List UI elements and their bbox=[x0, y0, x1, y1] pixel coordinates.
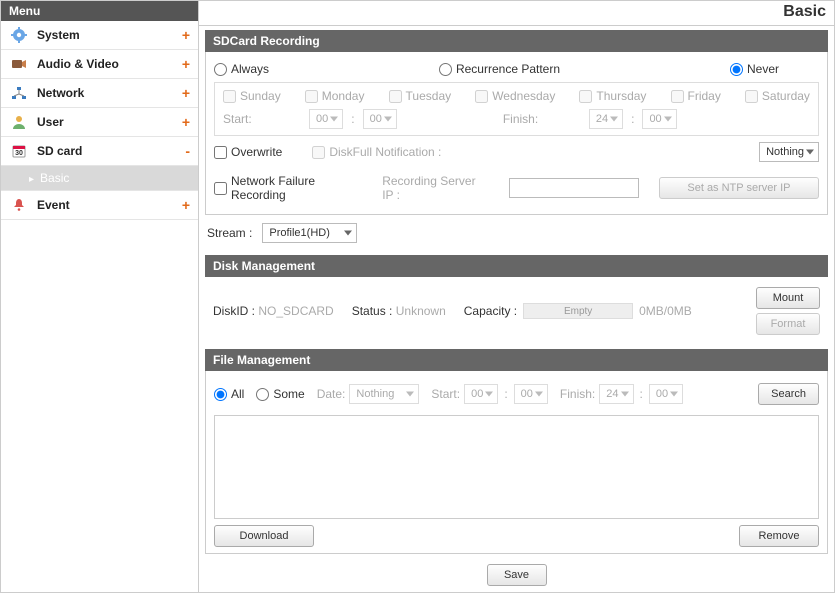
ntp-button[interactable]: Set as NTP server IP bbox=[659, 177, 819, 199]
bell-icon bbox=[9, 197, 29, 213]
sidebar-item-event[interactable]: Event + bbox=[1, 191, 198, 220]
svg-text:30: 30 bbox=[15, 150, 23, 157]
network-icon bbox=[9, 85, 29, 101]
check-overwrite[interactable]: Overwrite bbox=[214, 145, 282, 159]
check-thursday[interactable]: Thursday bbox=[579, 89, 646, 103]
check-network-failure[interactable]: Network Failure Recording bbox=[214, 174, 362, 202]
diskfull-label: DiskFull Notification : bbox=[329, 145, 441, 159]
file-finish-h-select[interactable]: 24 bbox=[599, 384, 633, 404]
start-min-select[interactable]: 00 bbox=[363, 109, 397, 129]
sidebar-item-user[interactable]: User + bbox=[1, 108, 198, 137]
finish-hour-select[interactable]: 24 bbox=[589, 109, 623, 129]
radio-label: Never bbox=[747, 62, 779, 76]
sidebar-item-network[interactable]: Network + bbox=[1, 79, 198, 108]
file-start-m-select[interactable]: 00 bbox=[514, 384, 548, 404]
check-friday[interactable]: Friday bbox=[671, 89, 721, 103]
status-value: Unknown bbox=[396, 304, 446, 318]
sidebar-item-label: System bbox=[37, 28, 80, 42]
server-ip-input[interactable] bbox=[509, 178, 639, 198]
sidebar: Menu System + Audio & Video + Network + bbox=[1, 1, 199, 592]
capacity-bar: Empty bbox=[523, 303, 633, 319]
sidebar-item-label: SD card bbox=[37, 144, 82, 158]
remove-button[interactable]: Remove bbox=[739, 525, 819, 547]
start-label: Start: bbox=[223, 112, 303, 126]
search-button[interactable]: Search bbox=[758, 383, 819, 405]
check-wednesday[interactable]: Wednesday bbox=[475, 89, 555, 103]
expand-icon: + bbox=[182, 56, 190, 72]
panel-header: File Management bbox=[205, 349, 828, 371]
gear-icon bbox=[9, 27, 29, 43]
radio-recurrence[interactable]: Recurrence Pattern bbox=[439, 62, 560, 76]
diskid-label: DiskID : bbox=[213, 304, 255, 318]
sidebar-item-label: User bbox=[37, 115, 64, 129]
panel-header: SDCard Recording bbox=[205, 30, 828, 52]
sidebar-item-system[interactable]: System + bbox=[1, 21, 198, 50]
nf-label: Network Failure Recording bbox=[231, 174, 362, 202]
radio-always[interactable]: Always bbox=[214, 62, 269, 76]
check-diskfull[interactable]: DiskFull Notification : bbox=[312, 145, 441, 159]
check-saturday[interactable]: Saturday bbox=[745, 89, 810, 103]
diskid-value: NO_SDCARD bbox=[258, 304, 333, 318]
panel-disk-management: Disk Management DiskID : NO_SDCARD Statu… bbox=[205, 255, 828, 345]
panel-file-management: File Management All Some Date: Nothing S… bbox=[205, 349, 828, 554]
file-finish-m-select[interactable]: 00 bbox=[649, 384, 683, 404]
save-button[interactable]: Save bbox=[487, 564, 547, 586]
check-tuesday[interactable]: Tuesday bbox=[389, 89, 452, 103]
date-label: Date: bbox=[317, 387, 346, 401]
menu-header: Menu bbox=[1, 1, 198, 21]
radio-all[interactable]: All bbox=[214, 387, 244, 401]
check-monday[interactable]: Monday bbox=[305, 89, 365, 103]
start-hour-select[interactable]: 00 bbox=[309, 109, 343, 129]
expand-icon: + bbox=[182, 85, 190, 101]
radio-never[interactable]: Never bbox=[730, 62, 779, 76]
collapse-icon: - bbox=[185, 143, 190, 159]
radio-label: Always bbox=[231, 62, 269, 76]
sidebar-item-sdcard[interactable]: 30 SD card - bbox=[1, 137, 198, 166]
expand-icon: + bbox=[182, 114, 190, 130]
download-button[interactable]: Download bbox=[214, 525, 314, 547]
main-content: Basic SDCard Recording Always Recurrence… bbox=[199, 1, 834, 592]
sidebar-item-label: Network bbox=[37, 86, 84, 100]
server-ip-label: Recording Server IP : bbox=[382, 174, 489, 202]
check-sunday[interactable]: Sunday bbox=[223, 89, 281, 103]
capacity-label: Capacity : bbox=[464, 304, 517, 318]
finish-min-select[interactable]: 00 bbox=[642, 109, 676, 129]
stream-select[interactable]: Profile1(HD) bbox=[262, 223, 357, 243]
triangle-icon: ▸ bbox=[29, 174, 34, 185]
sidebar-item-audio-video[interactable]: Audio & Video + bbox=[1, 50, 198, 79]
format-button[interactable]: Format bbox=[756, 313, 820, 335]
calendar-icon: 30 bbox=[9, 143, 29, 159]
expand-icon: + bbox=[182, 27, 190, 43]
sidebar-item-label: Event bbox=[37, 198, 70, 212]
diskfull-action-select[interactable]: Nothing bbox=[759, 142, 819, 162]
file-start-label: Start: bbox=[431, 387, 460, 401]
finish-label: Finish: bbox=[503, 112, 583, 126]
radio-some[interactable]: Some bbox=[256, 387, 304, 401]
sidebar-sub-basic[interactable]: ▸ Basic bbox=[1, 166, 198, 191]
expand-icon: + bbox=[182, 197, 190, 213]
user-icon bbox=[9, 114, 29, 130]
camera-icon bbox=[9, 56, 29, 72]
file-start-h-select[interactable]: 00 bbox=[464, 384, 498, 404]
capacity-value: 0MB/0MB bbox=[639, 304, 692, 318]
sidebar-item-label: Audio & Video bbox=[37, 57, 119, 71]
submenu-label: Basic bbox=[40, 171, 69, 185]
days-group: Sunday Monday Tuesday Wednesday Thursday… bbox=[214, 82, 819, 136]
mount-button[interactable]: Mount bbox=[756, 287, 820, 309]
file-finish-label: Finish: bbox=[560, 387, 595, 401]
file-list[interactable] bbox=[214, 415, 819, 519]
panel-header: Disk Management bbox=[205, 255, 828, 277]
status-label: Status : bbox=[352, 304, 393, 318]
stream-label: Stream : bbox=[207, 226, 252, 240]
overwrite-label: Overwrite bbox=[231, 145, 282, 159]
page-title: Basic bbox=[199, 1, 834, 26]
date-select[interactable]: Nothing bbox=[349, 384, 419, 404]
radio-label: Recurrence Pattern bbox=[456, 62, 560, 76]
panel-sdcard-recording: SDCard Recording Always Recurrence Patte… bbox=[205, 30, 828, 215]
